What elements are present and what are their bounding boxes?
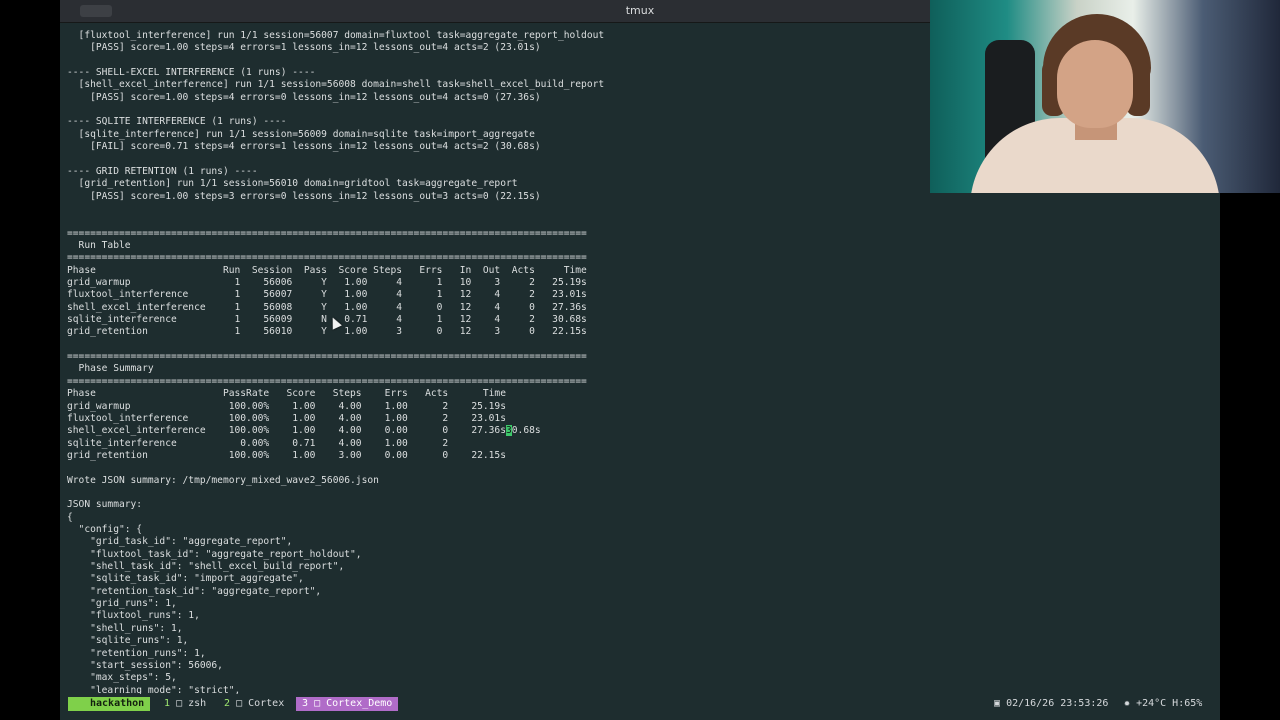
terminal-line: "grid_task_id": "aggregate_report", (67, 536, 293, 548)
tmux-window-3-active[interactable]: 3 □ Cortex_Demo (296, 697, 399, 711)
terminal-line: ---- SQLITE INTERFERENCE (1 runs) ---- (67, 116, 287, 128)
calendar-icon: ▣ (994, 698, 1001, 709)
terminal-line: shell_excel_interference 100.00% 1.00 4.… (67, 425, 541, 437)
terminal-line: ========================================… (67, 227, 587, 239)
terminal-line: ---- SHELL-EXCEL INTERFERENCE (1 runs) -… (67, 67, 316, 79)
window-label: □ Cortex (236, 698, 285, 709)
terminal-line: fluxtool_interference 100.00% 1.00 4.00 … (67, 412, 506, 424)
terminal-line: "fluxtool_task_id": "aggregate_report_ho… (67, 548, 362, 560)
terminal-line: grid_warmup 1 56006 Y 1.00 4 1 10 3 2 25… (67, 277, 587, 288)
terminal-line: [FAIL] score=0.71 steps=4 errors=1 lesso… (67, 141, 541, 153)
terminal-line: [fluxtool_interference] run 1/1 session=… (67, 30, 605, 41)
datetime-text: 02/16/26 23:53:26 (1006, 698, 1109, 709)
tmux-status-bar: hackathon 1 □ zsh 2 □ Cortex 3 □ Cortex_… (60, 697, 1220, 711)
terminal-line: "sqlite_task_id": "import_aggregate", (67, 573, 304, 585)
terminal-line: "grid_runs": 1, (67, 598, 177, 610)
terminal-line: fluxtool_interference 1 56007 Y 1.00 4 1… (67, 289, 587, 301)
window-number: 1 (164, 698, 171, 709)
terminal-line: "retention_task_id": "aggregate_report", (67, 585, 322, 597)
terminal-line: [PASS] score=1.00 steps=4 errors=1 lesso… (67, 42, 541, 54)
terminal-line: ========================================… (67, 351, 587, 363)
terminal-line: sqlite_interference 0.00% 0.71 4.00 1.00… (67, 437, 472, 449)
terminal-line: "start_session": 56006, (67, 659, 223, 671)
terminal-line: "config": { (67, 524, 143, 535)
terminal-text: 0.68s (511, 425, 541, 437)
terminal-line: "retention_runs": 1, (67, 647, 206, 659)
datetime: ▣ 02/16/26 23:53:26 (988, 697, 1114, 711)
terminal-line: "shell_runs": 1, (67, 622, 183, 634)
terminal-line: grid_retention 1 56010 Y 1.00 3 0 12 3 0… (67, 326, 587, 338)
terminal-line: shell_excel_interference 1 56008 Y 1.00 … (67, 301, 587, 313)
tmux-window-1[interactable]: 1 □ zsh (158, 697, 212, 711)
terminal-line: JSON summary: (67, 499, 143, 511)
terminal-line: grid_retention 100.00% 1.00 3.00 0.00 0 … (67, 449, 506, 461)
terminal-line: "fluxtool_runs": 1, (67, 610, 200, 622)
terminal-line: Phase PassRate Score Steps Errs Acts Tim… (67, 388, 506, 400)
window-label: □ Cortex_Demo (314, 698, 393, 709)
terminal-line: "sqlite_runs": 1, (67, 635, 189, 647)
terminal-line: Wrote JSON summary: /tmp/memory_mixed_wa… (67, 474, 379, 486)
terminal-line: Run Table (67, 239, 131, 251)
weather-text: +24°C H:65% (1136, 698, 1203, 709)
terminal-line: [sqlite_interference] run 1/1 session=56… (67, 128, 535, 140)
terminal-line: Phase Summary (67, 363, 154, 375)
terminal-line: { (67, 511, 73, 523)
terminal-line: [shell_excel_interference] run 1/1 sessi… (67, 79, 605, 91)
webcam-overlay (930, 0, 1280, 193)
terminal-line: [grid_retention] run 1/1 session=56010 d… (67, 178, 518, 190)
terminal-line: "shell_task_id": "shell_excel_build_repo… (67, 561, 345, 573)
terminal-line: Phase Run Session Pass Score Steps Errs … (67, 264, 587, 276)
terminal-line: ========================================… (67, 375, 587, 387)
terminal-line: grid_warmup 100.00% 1.00 4.00 1.00 2 25.… (67, 400, 506, 412)
terminal-line: [PASS] score=1.00 steps=3 errors=0 lesso… (67, 190, 541, 202)
terminal-line: ========================================… (67, 252, 587, 264)
window-number: 2 (224, 698, 231, 709)
tmux-session-name[interactable]: hackathon (68, 697, 151, 711)
weather: ✹ +24°C H:65% (1118, 697, 1208, 711)
terminal-line: "max_steps": 5, (67, 672, 177, 684)
terminal-text: shell_excel_interference 100.00% 1.00 4.… (67, 425, 506, 437)
terminal-line: sqlite_interference 1 56009 N 0.71 4 1 1… (67, 314, 587, 326)
window-number: 3 (302, 698, 309, 709)
terminal-line: ---- GRID RETENTION (1 runs) ---- (67, 165, 258, 177)
terminal-line: "learning_mode": "strict", (67, 684, 241, 694)
weather-icon: ✹ (1124, 698, 1131, 709)
tmux-window-2[interactable]: 2 □ Cortex (218, 697, 290, 711)
person-face (1057, 40, 1133, 128)
terminal-line: [PASS] score=1.00 steps=4 errors=0 lesso… (67, 91, 541, 103)
window-label: □ zsh (176, 698, 207, 709)
